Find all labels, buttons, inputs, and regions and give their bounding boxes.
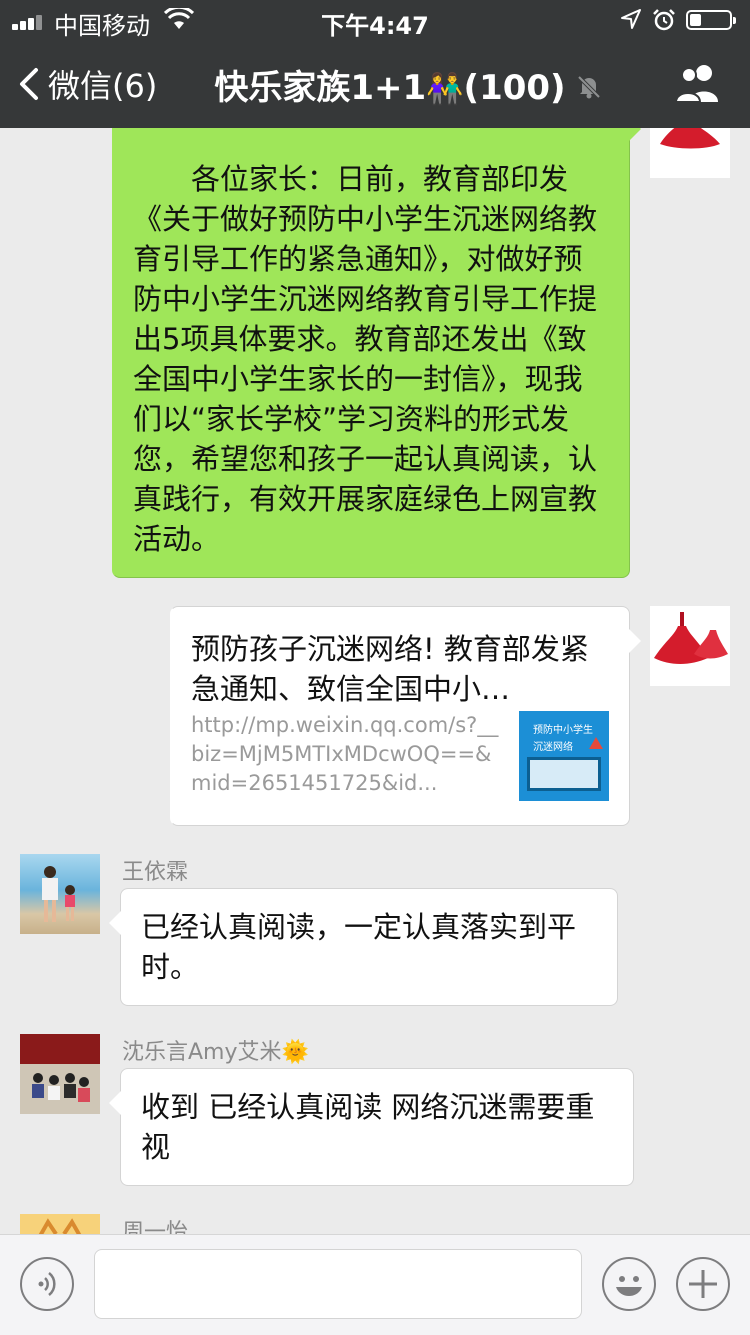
cartoon-cat-image: [38, 1218, 82, 1234]
my-avatar[interactable]: [650, 606, 730, 686]
warning-icon: [589, 737, 603, 749]
back-button[interactable]: 微信(6): [14, 62, 157, 106]
my-avatar[interactable]: [650, 128, 730, 178]
input-bar: [0, 1234, 750, 1335]
sender-avatar[interactable]: [20, 854, 100, 934]
battery-icon: [686, 10, 736, 30]
message-bubble-received[interactable]: 收到 已经认真阅读 网络沉迷需要重视: [109, 1068, 634, 1186]
couple-emoji: 👫: [426, 72, 464, 107]
beach-photo: [42, 866, 75, 922]
thumb-caption-1: 预防中小学生: [533, 725, 593, 736]
message-bubble-sent[interactable]: 各位家长：日前，教育部印发《关于做好预防中小学生沉迷网络教育引导工作的紧急通知》…: [112, 128, 641, 578]
message-text: 已经认真阅读，一定认真落实到平时。: [141, 910, 577, 984]
link-card[interactable]: 预防孩子沉迷网络! 教育部发紧急通知、致信全国中小… http://mp.wei…: [170, 606, 641, 826]
classroom-photo: [20, 1034, 100, 1114]
sun-emoji: 🌞: [281, 1040, 309, 1065]
chat-area[interactable]: 各位家长：日前，教育部印发《关于做好预防中小学生沉迷网络教育引导工作的紧急通知》…: [0, 128, 750, 1234]
link-thumbnail: 预防中小学生 沉迷网络: [519, 711, 609, 801]
sender-name: 周一怡: [122, 1220, 189, 1234]
sender-avatar[interactable]: [20, 1214, 100, 1234]
battery-level: [690, 14, 702, 26]
chevron-left-icon: [20, 68, 38, 100]
sender-name: 沈乐言Amy艾米🌞: [122, 1034, 309, 1066]
sender-avatar[interactable]: [20, 1034, 100, 1114]
location-arrow-icon: [621, 9, 641, 29]
red-dress-image: [660, 128, 720, 149]
sender-name-text: 沈乐言Amy艾米: [122, 1040, 282, 1065]
message-text: 收到 已经认真阅读 网络沉迷需要重视: [141, 1090, 595, 1164]
thumb-caption-2: 沉迷网络: [533, 742, 573, 753]
back-label: 微信(6): [48, 67, 158, 105]
smiley-icon: [616, 1276, 642, 1296]
more-actions-button[interactable]: [676, 1257, 730, 1311]
emoji-button[interactable]: [602, 1257, 656, 1311]
plus-icon: [689, 1270, 717, 1298]
mute-bell-icon: [577, 75, 601, 99]
message-bubble-received[interactable]: 已经认真阅读，一定认真落实到平时。: [109, 888, 618, 1006]
link-title: 预防孩子沉迷网络! 教育部发紧急通知、致信全国中小…: [191, 632, 589, 706]
top-bar: 中国移动 下午4:47 微信(6) 快乐家族1+1👫(100): [0, 0, 750, 128]
member-count: (100): [463, 68, 566, 108]
alarm-icon: [653, 9, 675, 31]
voice-icon: [38, 1272, 56, 1296]
voice-toggle-button[interactable]: [20, 1257, 74, 1311]
red-dress-image: [654, 612, 728, 664]
sender-name: 王依霖: [122, 860, 189, 885]
laptop-illustration: [527, 757, 601, 791]
message-input[interactable]: [94, 1249, 582, 1319]
message-text: 各位家长：日前，教育部印发《关于做好预防中小学生沉迷网络教育引导工作的紧急通知》…: [133, 162, 598, 556]
chat-title: 快乐家族1+1👫(100): [180, 60, 600, 109]
group-members-icon[interactable]: [672, 62, 724, 104]
status-bar: 中国移动 下午4:47: [0, 0, 750, 40]
chat-title-text: 快乐家族1+1: [214, 68, 427, 108]
link-url: http://mp.weixin.qq.com/s?__biz=MjM5MTIx…: [191, 713, 499, 795]
